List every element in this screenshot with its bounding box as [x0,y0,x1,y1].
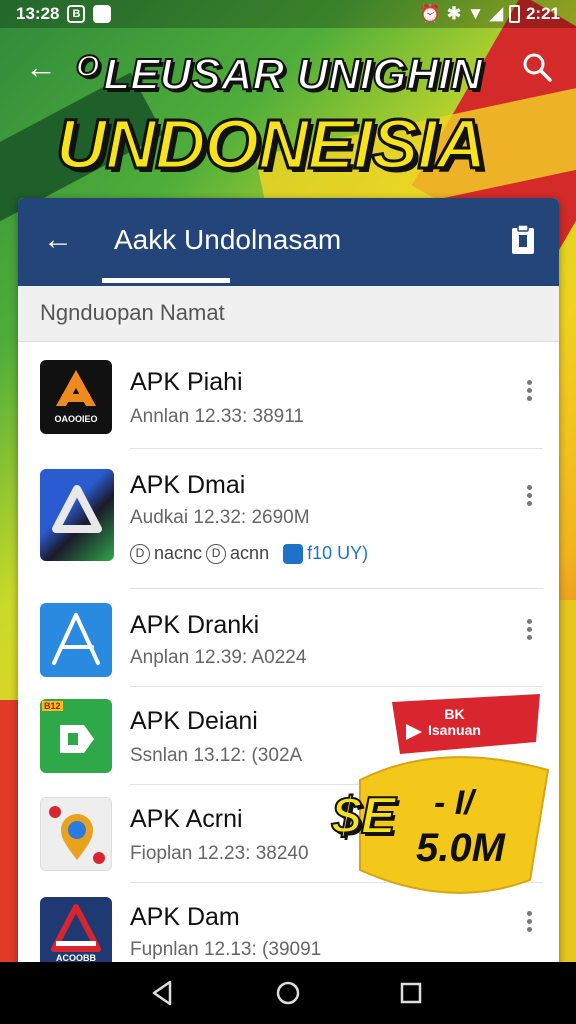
nav-recents-icon[interactable] [396,978,426,1008]
tag-blue: f10 UY) [283,543,368,564]
status-time-left: 13:28 [16,4,60,23]
more-vert-icon[interactable] [522,619,536,647]
promo-price-right-bottom: 5.0M [416,826,505,870]
app-meta: Anplan 12.39: A0224 [130,647,307,668]
nav-back-icon[interactable] [148,978,178,1008]
app-name: APK Dam [130,903,240,931]
nav-home-icon[interactable] [273,978,303,1008]
app-icon-deiani: B12 [40,699,112,773]
notification-image-icon [93,5,112,23]
app-icon-label: OAOOIEO [54,414,98,424]
app-name: APK Dranki [130,611,260,639]
list-item[interactable]: APK Dmai Audkai 12.32: 2690M D nacnc D a… [18,449,559,589]
clipboard-icon[interactable] [510,224,536,256]
tag-text: nacnc [154,543,203,563]
app-icon-dranki [40,603,112,677]
app-meta: Ssnlan 13.12: (302A [130,745,303,766]
tag-blue-text: f10 UY) [307,543,369,563]
alarm-icon: ⏰ [419,4,441,23]
notification-b-icon: B [67,5,86,23]
promo-price-left: $E [331,786,397,846]
status-time-right: 2:21 [525,4,560,23]
battery-icon [508,5,520,23]
tag-d-icon: D [206,543,227,564]
more-vert-icon[interactable] [522,380,536,408]
tab-indicator [102,278,230,283]
app-name: APK Dmai [130,471,246,499]
app-icon-dmai [40,469,114,561]
tag-d-icon: D [130,543,150,564]
hero-prefix: O [75,49,100,84]
wifi-icon: ▼ [467,4,484,23]
promo-badge-line1: BK [444,706,465,722]
app-meta: Fioplan 12.23: 38240 [130,843,309,864]
app-name: APK Acrni [130,805,243,833]
status-right: ⏰ ✱ ▼ ◢ 2:21 [420,4,560,24]
tag-text: acnn [230,543,270,563]
hero-title-line1: OLEUSAR UNIGHIN [75,49,496,106]
section-label: Ngnduopan Namat [40,300,225,325]
app-bar-title: Aakk Undolnasam [114,224,342,255]
app-icon-dam: ACOOBB [40,897,112,968]
promo-sticker[interactable]: BK Isanuan $E - I/ 5.0M [330,680,556,898]
list-item[interactable]: APK Dranki Anplan 12.39: A0224 [18,589,559,687]
promo-badge-line2: Isanuan [428,722,481,738]
hero-back-arrow-icon[interactable]: ← [24,50,58,84]
more-vert-icon[interactable] [522,485,536,513]
bluetooth-icon: ✱ [446,4,462,23]
more-vert-icon[interactable] [522,911,536,939]
signal-icon: ◢ [489,4,503,23]
app-badge-icon [283,543,304,564]
promo-badge: BK Isanuan [428,706,481,738]
app-name: APK Deiani [130,707,258,735]
app-meta: Annlan 12.33: 38911 [130,406,304,427]
status-bar: 13:28 B ⏰ ✱ ▼ ◢ 2:21 [0,0,576,28]
app-bar: ← Aakk Undolnasam [18,198,559,286]
app-icon-badge: B12 [42,701,63,711]
app-meta: Fupnlan 12.13: (39091 [130,939,322,960]
promo-price-right-top: - I/ [434,784,474,822]
hero-title-line1-text: LEUSAR UNIGHIN [102,49,483,100]
section-header: Ngnduopan Namat [18,286,559,342]
app-tags: D nacnc D acnn f10 UY) [130,543,368,564]
list-item[interactable]: OAOOIEO APK Piahi Annlan 12.33: 38911 [18,342,559,449]
app-icon-piahi: OAOOIEO [40,360,112,434]
hero-title-line2: UNDONEISIA [55,104,488,185]
app-name: APK Piahi [130,368,243,396]
app-meta: Audkai 12.32: 2690M [130,507,310,528]
system-nav-bar [0,962,576,1024]
search-icon[interactable] [520,50,554,84]
back-arrow-icon[interactable]: ← [40,222,76,258]
app-icon-acrni [40,797,112,871]
